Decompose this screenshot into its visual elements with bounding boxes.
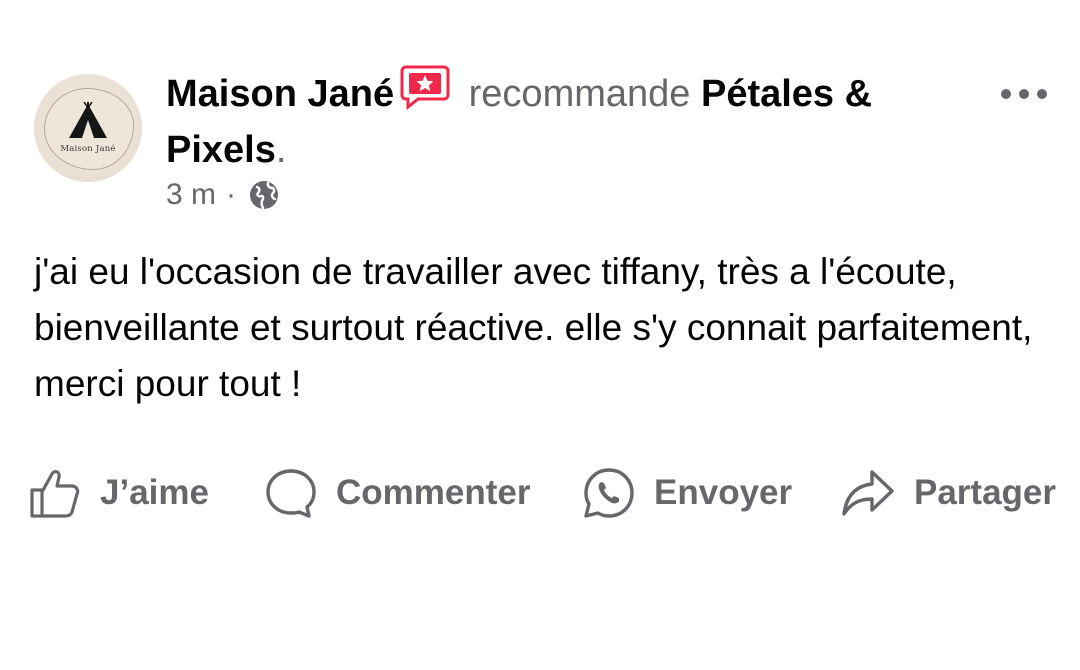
share-label: Partager: [914, 473, 1057, 512]
post-card: Maison Jané Maison Jané recommande Pétal…: [0, 0, 1080, 670]
comment-bubble-icon: [266, 469, 316, 518]
comment-label: Commenter: [336, 473, 531, 512]
share-arrow-icon: [842, 470, 894, 516]
comment-button[interactable]: Commenter: [264, 460, 530, 526]
post-body-text: j'ai eu l'occasion de travailler avec ti…: [34, 251, 1033, 404]
post-timestamp[interactable]: 3 m: [166, 178, 216, 212]
page-avatar[interactable]: Maison Jané: [34, 74, 142, 182]
post-header: Maison Jané recommande Pétales & Pixels.: [166, 64, 986, 176]
thumbs-up-icon: [30, 470, 80, 518]
more-dots-icon: [1001, 89, 1047, 99]
author-name[interactable]: Maison Jané: [166, 73, 394, 115]
like-button[interactable]: J’aime: [28, 460, 209, 526]
share-button[interactable]: Partager: [840, 460, 1056, 526]
avatar-logo-text: Maison Jané: [60, 144, 116, 154]
post-meta: 3 m ·: [166, 178, 280, 212]
header-period: .: [275, 129, 287, 171]
send-label: Envoyer: [654, 473, 793, 512]
more-options-button[interactable]: [998, 82, 1058, 106]
whatsapp-icon: [584, 468, 634, 518]
globe-icon: [250, 181, 279, 210]
recommend-action-text: recommande: [468, 73, 691, 115]
recommend-badge-icon: [400, 64, 450, 124]
meta-separator: ·: [226, 178, 237, 211]
action-bar: J’aime Commenter Envoyer Partager: [0, 460, 1080, 526]
like-label: J’aime: [100, 473, 209, 512]
send-button[interactable]: Envoyer: [582, 460, 792, 526]
tent-logo-icon: [69, 102, 107, 138]
